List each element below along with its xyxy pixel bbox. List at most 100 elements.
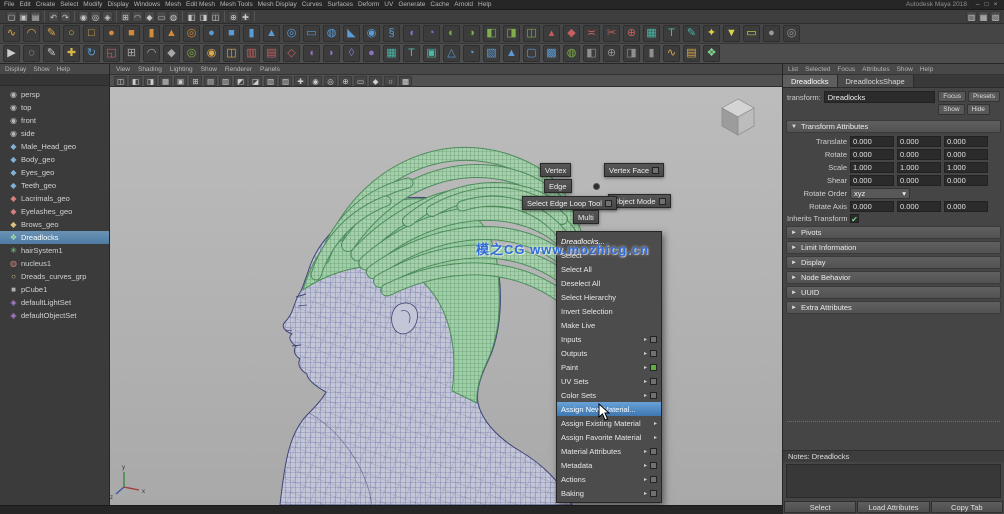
ae-menu-focus[interactable]: Focus bbox=[837, 66, 855, 73]
shelf-poly-cone-icon[interactable]: ▲ bbox=[263, 25, 280, 42]
shelf-render-material-icon[interactable]: ● bbox=[763, 25, 780, 42]
shelf-lasso-tool-icon[interactable]: ◌ bbox=[23, 45, 40, 62]
context-menu-item-paint[interactable]: Paint▸ bbox=[557, 360, 661, 374]
context-menu-item-actions[interactable]: Actions▸ bbox=[557, 472, 661, 486]
outliner-menu-help[interactable]: Help bbox=[57, 66, 70, 73]
option-box-icon[interactable] bbox=[650, 392, 657, 399]
outliner-item-persp[interactable]: ◉persp bbox=[0, 88, 109, 101]
context-menu-item-select-all[interactable]: Select All bbox=[557, 262, 661, 276]
modeling-toolkit-toggle-icon[interactable]: ▥ bbox=[966, 11, 977, 22]
outliner-item-hairsystem1[interactable]: ✳hairSystem1 bbox=[0, 244, 109, 257]
option-box-icon[interactable] bbox=[605, 200, 612, 207]
shelf-nurbs-cylinder-icon[interactable]: ▮ bbox=[143, 25, 160, 42]
shelf-hypershade-icon[interactable]: ◎ bbox=[783, 25, 800, 42]
viewport-menu-panels[interactable]: Panels bbox=[260, 66, 280, 73]
viewport-menu-renderer[interactable]: Renderer bbox=[225, 66, 252, 73]
plugin-shading-icon[interactable]: ▩ bbox=[399, 76, 412, 86]
channel-box-toggle-icon[interactable]: ▧ bbox=[990, 11, 1001, 22]
outliner-menu-show[interactable]: Show bbox=[33, 66, 49, 73]
shelf-subdivide-icon[interactable]: ▧ bbox=[483, 45, 500, 62]
shelf-poly-pyramid-icon[interactable]: ◣ bbox=[343, 25, 360, 42]
outliner-item-eyes-geo[interactable]: ◆Eyes_geo bbox=[0, 166, 109, 179]
shelf-offset-edge-loop-icon[interactable]: ▤ bbox=[263, 45, 280, 62]
section-limit-information[interactable]: ►Limit Information bbox=[786, 241, 1001, 254]
shelf-multi-cut-icon[interactable]: ✂ bbox=[603, 25, 620, 42]
option-box-icon[interactable] bbox=[652, 167, 659, 174]
shelf-curve-cv-icon[interactable]: ∿ bbox=[3, 25, 20, 42]
outliner-filter-field[interactable] bbox=[0, 75, 109, 86]
shelf-sculpt-brush-icon[interactable]: ◖ bbox=[303, 45, 320, 62]
option-box-icon[interactable] bbox=[650, 490, 657, 497]
shelf-insert-edge-loop-icon[interactable]: ▥ bbox=[243, 45, 260, 62]
shelf-poly-disc-icon[interactable]: ◍ bbox=[323, 25, 340, 42]
shelf-append-polygon-icon[interactable]: ◇ bbox=[283, 45, 300, 62]
attr-value-field[interactable]: 0.000 bbox=[850, 149, 894, 160]
context-menu-item-assign-favorite-material[interactable]: Assign Favorite Material▸ bbox=[557, 430, 661, 444]
shelf-grab-brush-icon[interactable]: ● bbox=[363, 45, 380, 62]
ipr-render-icon[interactable]: ◫ bbox=[210, 11, 221, 22]
footer-button-load-attributes[interactable]: Load Attributes bbox=[857, 501, 929, 513]
option-box-icon[interactable] bbox=[650, 462, 657, 469]
xray-mode-icon[interactable]: ○ bbox=[384, 76, 397, 86]
attr-value-field[interactable]: 0.000 bbox=[850, 136, 894, 147]
shaded-mode-icon[interactable]: ▣ bbox=[174, 76, 187, 86]
ae-button-hide[interactable]: Hide bbox=[967, 104, 990, 115]
shelf-nurbs-square-icon[interactable]: □ bbox=[83, 25, 100, 42]
menu-windows[interactable]: Windows bbox=[134, 1, 160, 8]
context-menu-item-outputs[interactable]: Outputs▸ bbox=[557, 346, 661, 360]
outliner-item-pcube1[interactable]: ■pCube1 bbox=[0, 283, 109, 296]
shelf-nurbs-sphere-icon[interactable]: ● bbox=[103, 25, 120, 42]
menu-uv[interactable]: UV bbox=[384, 1, 393, 8]
attr-value-field[interactable]: 0.000 bbox=[897, 175, 941, 186]
context-menu-item-material-attributes[interactable]: Material Attributes▸ bbox=[557, 444, 661, 458]
marking-menu-multi[interactable]: Multi bbox=[573, 210, 599, 224]
section-uuid[interactable]: ►UUID bbox=[786, 286, 1001, 299]
attr-value-field[interactable]: 0.000 bbox=[897, 201, 941, 212]
render-view-icon[interactable]: ◧ bbox=[186, 11, 197, 22]
scene-cube[interactable] bbox=[722, 99, 754, 135]
attr-value-field[interactable]: 0.000 bbox=[897, 149, 941, 160]
attr-value-field[interactable]: 0.000 bbox=[944, 136, 988, 147]
shelf-combine-icon[interactable]: ◧ bbox=[483, 25, 500, 42]
undo-icon[interactable]: ↶ bbox=[48, 11, 59, 22]
shelf-quadrangulate-icon[interactable]: ▢ bbox=[523, 45, 540, 62]
shelf-extrude-icon[interactable]: ▴ bbox=[543, 25, 560, 42]
section-transform-attributes[interactable]: ▼ Transform Attributes bbox=[786, 120, 1001, 133]
viewport-menu-lighting[interactable]: Lighting bbox=[170, 66, 193, 73]
shelf-poly-sphere-icon[interactable]: ● bbox=[203, 25, 220, 42]
outliner-item-brows-geo[interactable]: ◆Brows_geo bbox=[0, 218, 109, 231]
shelf-render-view-icon[interactable]: ◧ bbox=[583, 45, 600, 62]
attr-value-field[interactable]: 0.000 bbox=[850, 201, 894, 212]
marking-menu-object-mode[interactable]: Object Mode bbox=[608, 194, 671, 208]
outliner-item-eyelashes-geo[interactable]: ◆Eyelashes_geo bbox=[0, 205, 109, 218]
shelf-nurbs-cube-icon[interactable]: ■ bbox=[123, 25, 140, 42]
shelf-separate-icon[interactable]: ◨ bbox=[503, 25, 520, 42]
notes-bar[interactable]: Notes: Dreadlocks bbox=[783, 450, 1004, 462]
footer-button-copy-tab[interactable]: Copy Tab bbox=[931, 501, 1003, 513]
shelf-fill-hole-icon[interactable]: ▩ bbox=[543, 45, 560, 62]
shelf-rotate-tool-icon[interactable]: ↻ bbox=[83, 45, 100, 62]
resolution-gate-icon[interactable]: ◉ bbox=[309, 76, 322, 86]
select-hierarchy-icon[interactable]: ◉ bbox=[78, 11, 89, 22]
outliner-item-male-head-geo[interactable]: ◆Male_Head_geo bbox=[0, 140, 109, 153]
attr-value-field[interactable]: 0.000 bbox=[944, 149, 988, 160]
menu-select[interactable]: Select bbox=[60, 1, 78, 8]
context-menu-item-baking[interactable]: Baking▸ bbox=[557, 486, 661, 500]
option-box-icon[interactable] bbox=[650, 350, 657, 357]
shelf-poly-helix-icon[interactable]: § bbox=[383, 25, 400, 42]
outliner-item-body-geo[interactable]: ◆Body_geo bbox=[0, 153, 109, 166]
outliner-item-lacrimals-geo[interactable]: ◆Lacrimals_geo bbox=[0, 192, 109, 205]
shelf-nurbs-cone-icon[interactable]: ▲ bbox=[163, 25, 180, 42]
menu-edit[interactable]: Edit bbox=[19, 1, 30, 8]
shelf-quad-draw-icon[interactable]: ▦ bbox=[643, 25, 660, 42]
shelf-quad-draw-tool-icon[interactable]: ▦ bbox=[383, 45, 400, 62]
shelf-type-tool-icon[interactable]: T bbox=[663, 25, 680, 42]
shelf-poly-cube-icon[interactable]: ■ bbox=[223, 25, 240, 42]
snap-to-grid-icon[interactable]: ⊞ bbox=[120, 11, 131, 22]
shelf-smooth-icon[interactable]: ◔ bbox=[463, 45, 480, 62]
wireframe-mode-icon[interactable]: ⊞ bbox=[189, 76, 202, 86]
menu-mesh-display[interactable]: Mesh Display bbox=[258, 1, 297, 8]
shelf-poly-torus-icon[interactable]: ◎ bbox=[283, 25, 300, 42]
symmetry-icon[interactable]: ✚ bbox=[240, 11, 251, 22]
film-gate-icon[interactable]: ◎ bbox=[324, 76, 337, 86]
